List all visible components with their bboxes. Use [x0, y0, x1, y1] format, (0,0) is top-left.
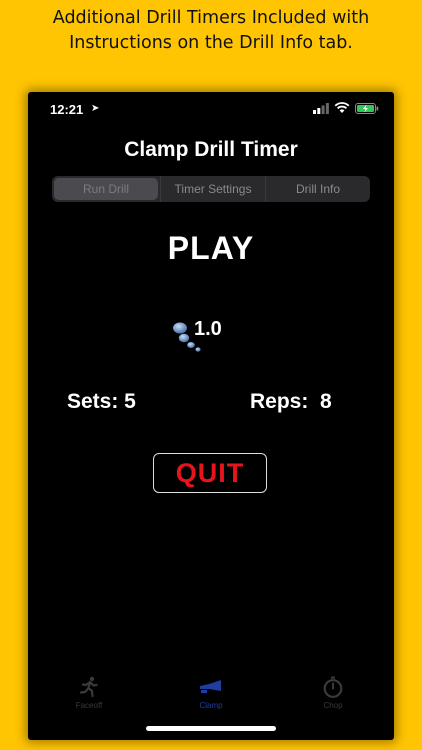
segment-timer-settings[interactable]: Timer Settings — [160, 176, 265, 202]
timer-value: 1.0 — [194, 318, 222, 340]
drill-segmented-control: Run Drill Timer Settings Drill Info — [52, 176, 370, 202]
segment-run-drill[interactable]: Run Drill — [54, 178, 158, 200]
segment-drill-info[interactable]: Drill Info — [265, 176, 370, 202]
home-indicator[interactable] — [146, 726, 276, 731]
reps-label: Reps: 8 — [250, 390, 332, 413]
caption-line-1: Additional Drill Timers Included with — [52, 8, 370, 28]
caption-line-2: Instructions on the Drill Info tab. — [69, 33, 353, 53]
promo-caption: Additional Drill Timers Included with In… — [0, 6, 422, 56]
status-bar: 12:21 ➤ — [28, 92, 394, 122]
tab-chop[interactable]: Chop — [272, 670, 394, 720]
tab-clamp-label: Clamp — [199, 701, 223, 710]
tab-chop-label: Chop — [323, 701, 343, 710]
quit-button[interactable]: QUIT — [153, 453, 267, 493]
phone-screen: 12:21 ➤ Clamp Drill Timer Run Drill Time… — [28, 92, 394, 740]
status-time: 12:21 — [50, 102, 84, 117]
tab-faceoff-label: Faceoff — [75, 701, 103, 710]
cellular-signal-icon — [313, 103, 329, 114]
tab-clamp[interactable]: Clamp — [150, 670, 272, 720]
location-arrow-icon: ➤ — [91, 103, 100, 114]
tab-bar: Faceoff Clamp Chop — [28, 670, 394, 720]
tab-faceoff[interactable]: Faceoff — [28, 670, 150, 720]
battery-charging-icon — [355, 103, 379, 114]
screen-title: Clamp Drill Timer — [124, 138, 298, 161]
sets-label: Sets: 5 — [67, 390, 136, 413]
running-person-icon — [79, 676, 98, 698]
stopwatch-icon — [323, 676, 343, 698]
clamp-icon — [200, 680, 221, 693]
wifi-icon — [334, 102, 350, 113]
play-button[interactable]: PLAY — [28, 230, 394, 267]
